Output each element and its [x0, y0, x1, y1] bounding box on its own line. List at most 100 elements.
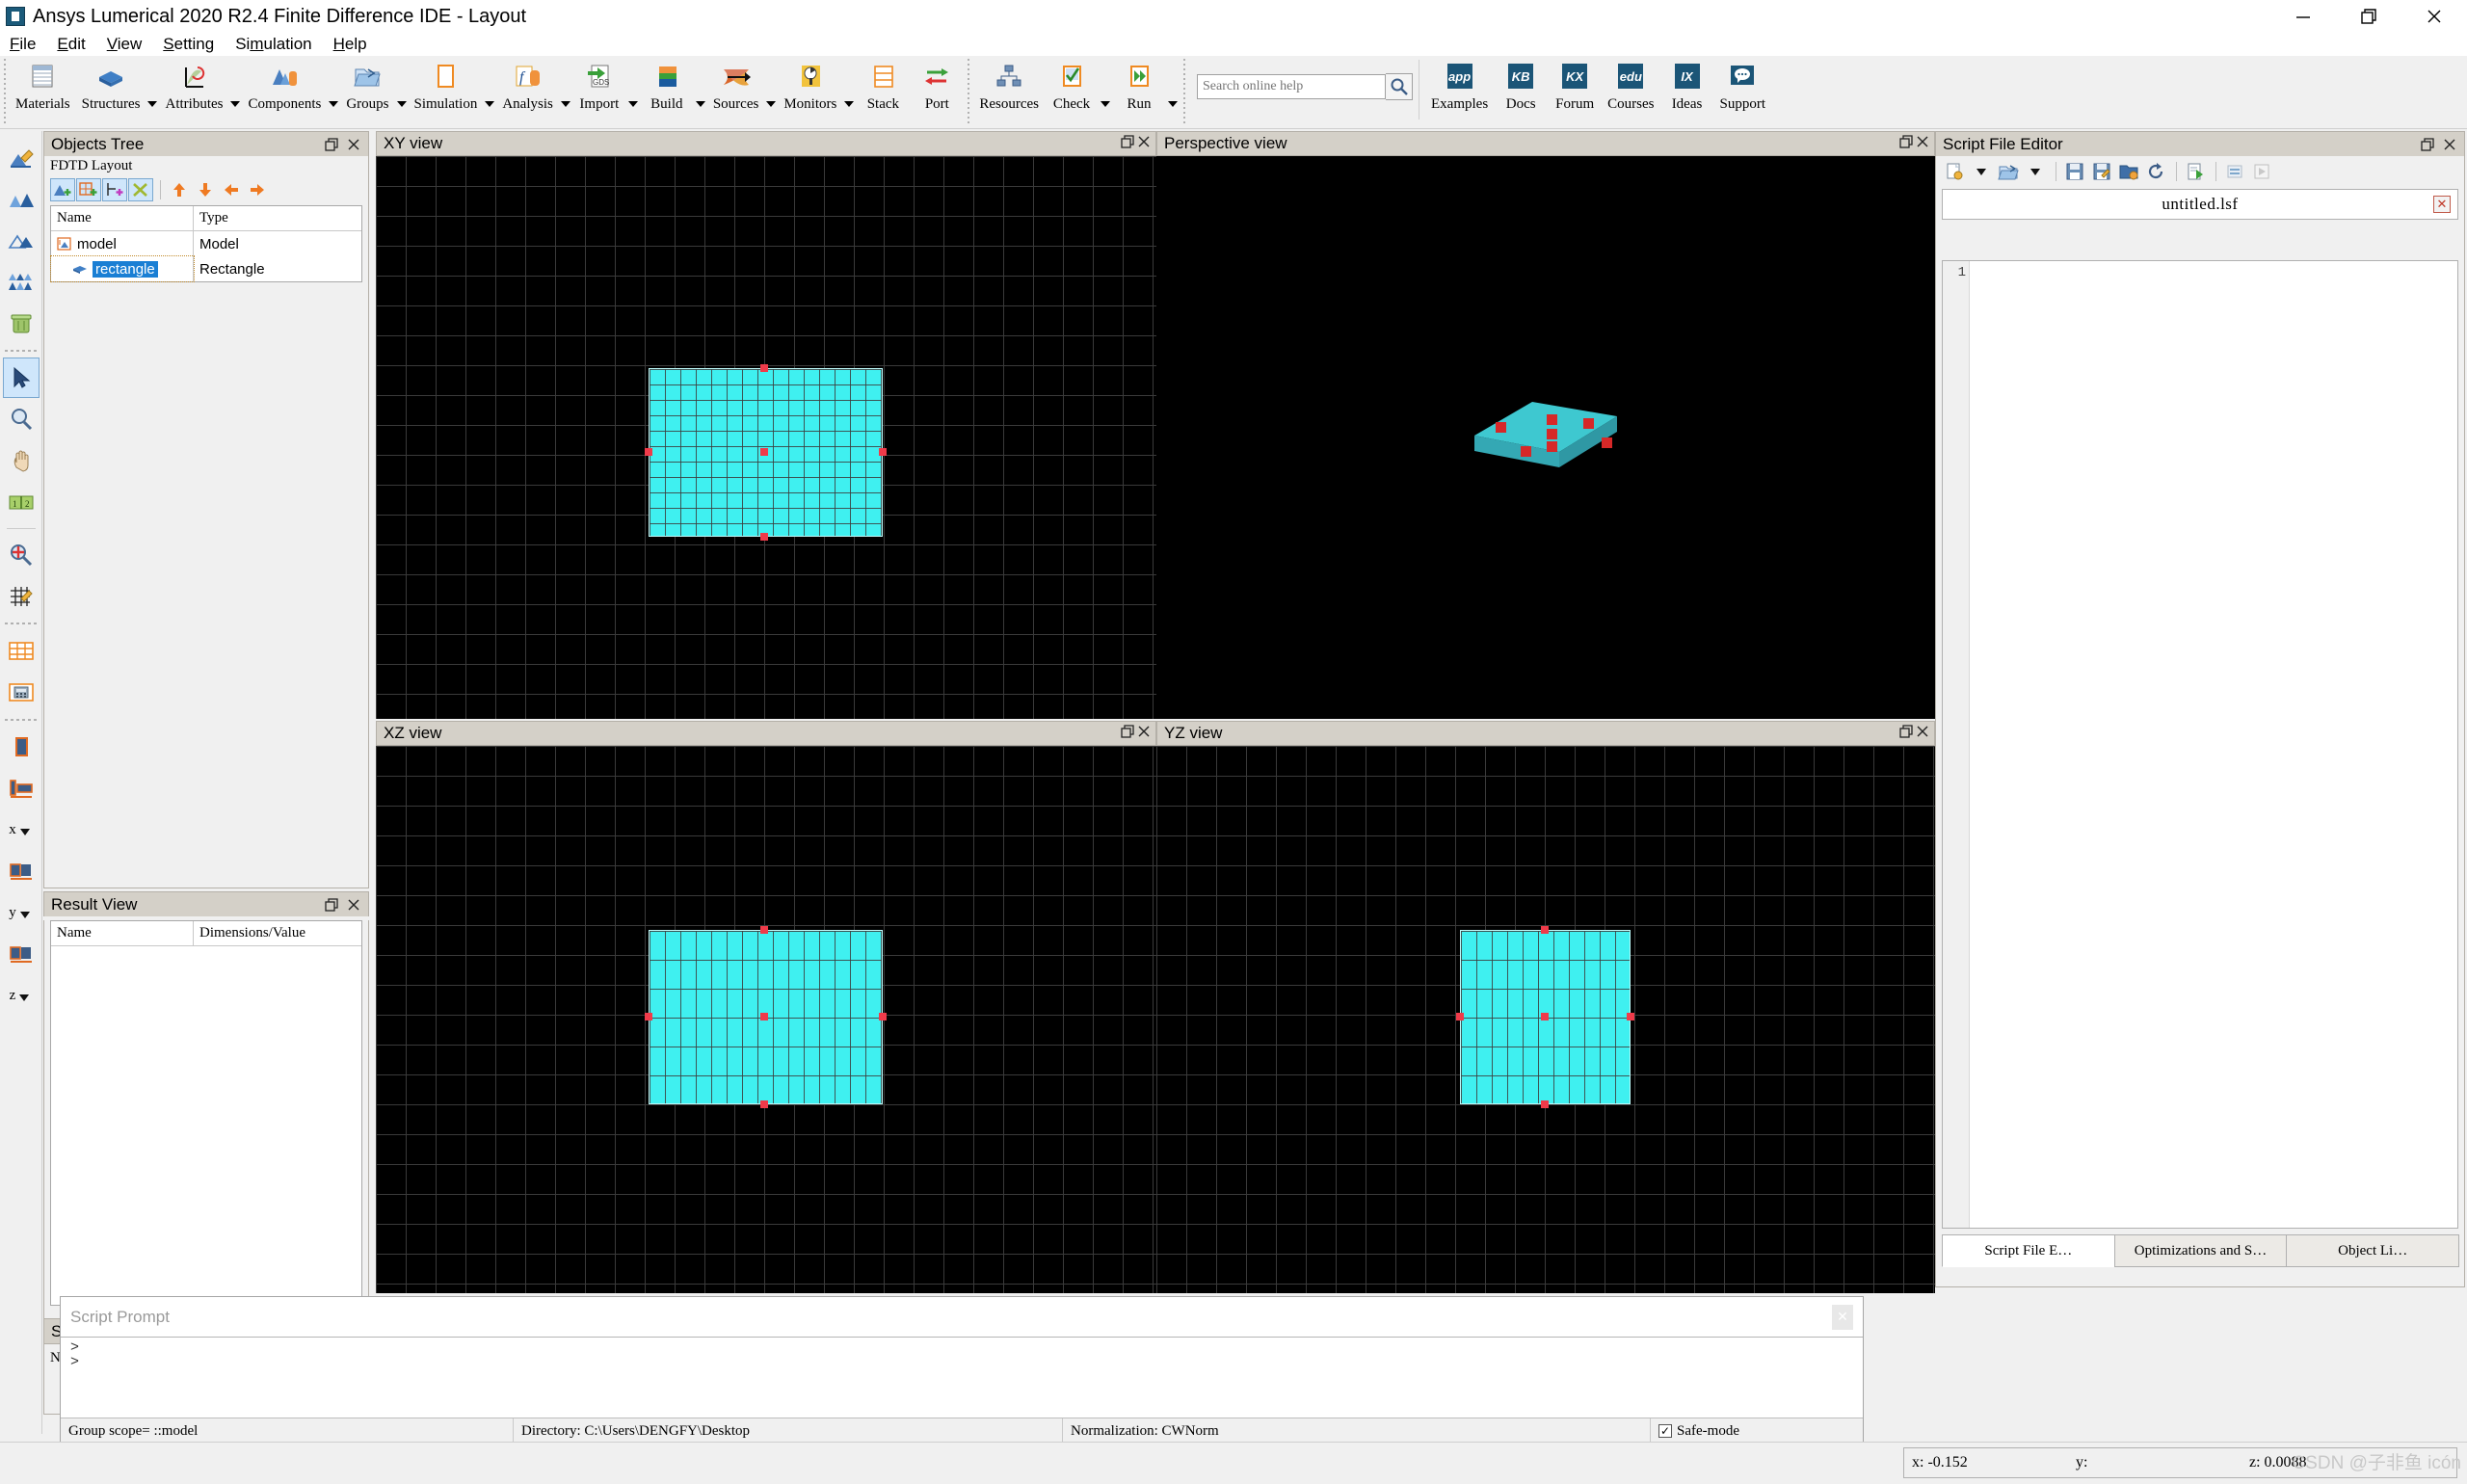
viewport-xy-canvas[interactable] — [376, 156, 1156, 719]
handle-center[interactable] — [1541, 1013, 1549, 1020]
float-panel-icon[interactable] — [1121, 724, 1136, 744]
save-as-script-icon[interactable] — [2089, 160, 2114, 183]
close-panel-icon[interactable] — [1915, 724, 1930, 744]
close-tab-icon[interactable]: ✕ — [2433, 196, 2451, 213]
ribbon-button-import[interactable]: GDS Import — [572, 56, 626, 113]
ribbon-dropdown-structures[interactable] — [146, 101, 159, 107]
ribbon-button-courses[interactable]: edu Courses — [1602, 56, 1659, 113]
menu-item-view[interactable]: View — [107, 35, 143, 54]
move-down-icon[interactable] — [193, 178, 218, 201]
reload-icon[interactable] — [2143, 160, 2168, 183]
mesh-calc-icon[interactable] — [3, 672, 40, 712]
ribbon-dropdown-run[interactable] — [1166, 101, 1180, 107]
delete-object-icon[interactable] — [128, 178, 153, 201]
script-code-area[interactable] — [1970, 261, 2457, 1228]
ribbon-button-port[interactable]: Port — [910, 56, 964, 113]
ribbon-dropdown-sources[interactable] — [764, 101, 778, 107]
float-panel-icon[interactable] — [322, 134, 343, 155]
tab-optimizations-and-sweeps[interactable]: Optimizations and S… — [2113, 1234, 2288, 1267]
axis-y-icon[interactable]: y — [3, 892, 40, 933]
table-row[interactable]: rectangle Rectangle — [50, 255, 361, 282]
move-left-icon[interactable] — [219, 178, 244, 201]
ribbon-dropdown-components[interactable] — [327, 101, 340, 107]
zoom-magnifier-icon[interactable] — [3, 399, 40, 439]
rectangle-shape-3d[interactable] — [1156, 156, 1935, 719]
viewport-xz-canvas[interactable] — [376, 746, 1156, 1293]
handle-center[interactable] — [760, 1013, 768, 1020]
handle-bottom[interactable] — [760, 1100, 768, 1108]
float-panel-icon[interactable] — [1121, 134, 1136, 154]
view-y-split-icon[interactable] — [3, 934, 40, 974]
script-file-tab[interactable]: untitled.lsf ✕ — [1942, 189, 2458, 220]
handle-left[interactable] — [1456, 1013, 1464, 1020]
ribbon-button-examples[interactable]: app Examples — [1425, 56, 1494, 113]
menu-item-file[interactable]: File — [10, 35, 36, 54]
ribbon-grip-2[interactable] — [964, 59, 974, 124]
handle-center[interactable] — [760, 448, 768, 456]
view-split-icon[interactable] — [3, 768, 40, 808]
view-x-split-icon[interactable] — [3, 851, 40, 891]
ribbon-button-ideas[interactable]: IX Ideas — [1660, 56, 1714, 113]
add-object-icon[interactable] — [50, 178, 75, 201]
ribbon-button-support[interactable]: Support — [1714, 56, 1772, 113]
ribbon-button-components[interactable]: Components — [242, 56, 327, 113]
minimize-icon[interactable] — [2270, 0, 2336, 33]
open-script-icon[interactable] — [1996, 160, 2021, 183]
two-objects-icon[interactable] — [3, 178, 40, 219]
edit-object-icon[interactable] — [3, 137, 40, 177]
ribbon-grip-3[interactable] — [1180, 59, 1190, 124]
new-script-icon[interactable] — [1942, 160, 1967, 183]
close-panel-icon[interactable] — [1136, 724, 1152, 744]
float-panel-icon[interactable] — [1899, 134, 1915, 154]
measure-ruler-icon[interactable]: 1 2 — [3, 482, 40, 522]
ribbon-dropdown-simulation[interactable] — [483, 101, 496, 107]
tab-script-file-editor[interactable]: Script File E… — [1942, 1234, 2115, 1267]
clear-input-icon[interactable]: ✕ — [1832, 1304, 1853, 1330]
script-prompt-input[interactable]: Script Prompt ✕ — [61, 1297, 1863, 1338]
ribbon-button-run[interactable]: Run — [1112, 56, 1166, 113]
search-icon[interactable] — [1386, 73, 1414, 100]
run-script-icon[interactable] — [2183, 160, 2208, 183]
float-panel-icon[interactable] — [2418, 134, 2439, 155]
ribbon-button-monitors[interactable]: Monitors — [778, 56, 842, 113]
ribbon-button-stack[interactable]: Stack — [856, 56, 910, 113]
ribbon-button-forum[interactable]: KX Forum — [1548, 56, 1602, 113]
handle-right[interactable] — [879, 448, 887, 456]
select-object-icon[interactable] — [3, 220, 40, 260]
ribbon-dropdown-build[interactable] — [694, 101, 707, 107]
handle-top[interactable] — [1541, 926, 1549, 934]
edit-mesh-icon[interactable] — [3, 575, 40, 616]
handle-top[interactable] — [760, 926, 768, 934]
ribbon-dropdown-import[interactable] — [626, 101, 640, 107]
handle-bottom[interactable] — [1541, 1100, 1549, 1108]
move-up-icon[interactable] — [167, 178, 192, 201]
ribbon-dropdown-monitors[interactable] — [842, 101, 856, 107]
ribbon-button-materials[interactable]: Materials — [10, 56, 76, 113]
safe-mode-checkbox[interactable]: ✓ — [1658, 1424, 1672, 1438]
close-panel-icon[interactable] — [343, 894, 364, 915]
step-icon[interactable] — [2249, 160, 2274, 183]
close-panel-icon[interactable] — [343, 134, 364, 155]
ribbon-button-attributes[interactable]: Attributes — [159, 56, 228, 113]
ribbon-button-docs[interactable]: KB Docs — [1494, 56, 1548, 113]
script-code-editor[interactable]: 1 — [1942, 260, 2458, 1229]
ribbon-button-resources[interactable]: Resources — [973, 56, 1045, 113]
handle-left[interactable] — [645, 1013, 652, 1020]
close-panel-icon[interactable] — [1136, 134, 1152, 154]
tab-object-library[interactable]: Object Li… — [2286, 1234, 2460, 1267]
chevron-down-icon[interactable] — [1969, 160, 1994, 183]
handle-right[interactable] — [879, 1013, 887, 1020]
table-row[interactable]: model Model — [51, 231, 361, 256]
menu-item-simulation[interactable]: Simulation — [235, 35, 311, 54]
handle-left[interactable] — [645, 448, 652, 456]
menu-item-edit[interactable]: Edit — [57, 35, 85, 54]
view-single-icon[interactable] — [3, 727, 40, 767]
ribbon-button-sources[interactable]: Sources — [707, 56, 765, 113]
ribbon-button-check[interactable]: Check — [1045, 56, 1099, 113]
save-script-icon[interactable] — [2062, 160, 2087, 183]
ribbon-button-groups[interactable]: Groups — [340, 56, 394, 113]
run-selection-icon[interactable] — [2222, 160, 2247, 183]
move-right-icon[interactable] — [245, 178, 270, 201]
float-panel-icon[interactable] — [322, 894, 343, 915]
ribbon-button-analysis[interactable]: f Analysis — [496, 56, 559, 113]
